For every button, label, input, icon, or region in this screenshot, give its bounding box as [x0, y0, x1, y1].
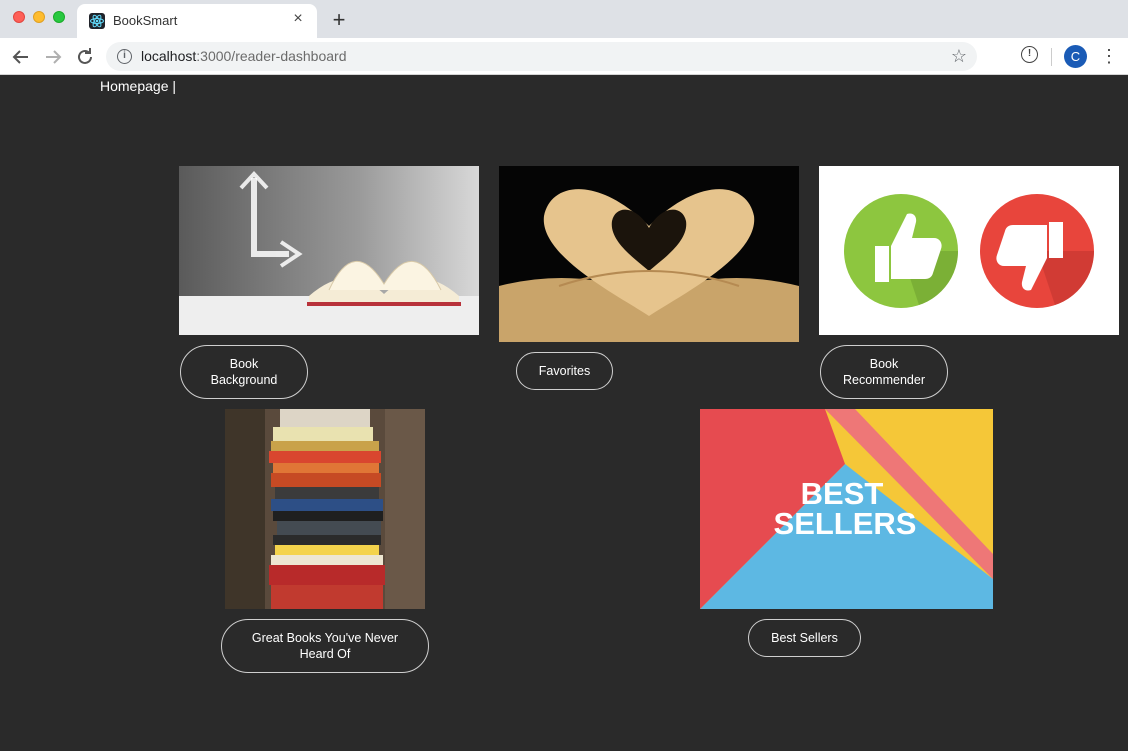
toolbar-divider — [1051, 48, 1052, 66]
address-bar[interactable]: i localhost:3000/reader-dashboard ☆ — [106, 42, 977, 71]
back-arrow-icon[interactable] — [9, 45, 33, 69]
url-text: localhost:3000/reader-dashboard — [141, 48, 347, 64]
book-recommender-button[interactable]: Book Recommender — [820, 345, 948, 399]
bookmark-star-icon[interactable]: ☆ — [951, 46, 967, 67]
browser-tab[interactable]: BookSmart × — [77, 4, 317, 38]
close-window-button[interactable] — [13, 11, 25, 23]
tab-title: BookSmart — [113, 13, 178, 28]
book-background-button[interactable]: Book Background — [180, 345, 308, 399]
site-info-icon[interactable]: i — [117, 49, 132, 64]
browser-toolbar: i localhost:3000/reader-dashboard ☆ ! C … — [0, 38, 1128, 75]
homepage-link[interactable]: Homepage | — [100, 78, 176, 94]
tab-strip: BookSmart × + — [0, 0, 1128, 38]
react-favicon-icon — [89, 13, 105, 29]
reader-dashboard: Homepage | Book Background Favorites Boo… — [0, 75, 1128, 751]
new-tab-button[interactable]: + — [329, 8, 349, 32]
favorites-button[interactable]: Favorites — [516, 352, 613, 390]
minimize-window-button[interactable] — [33, 11, 45, 23]
url-path: :3000/reader-dashboard — [196, 48, 347, 64]
extension-icon[interactable]: ! — [1021, 46, 1038, 63]
best-sellers-button[interactable]: Best Sellers — [748, 619, 861, 657]
reload-icon[interactable] — [73, 45, 97, 69]
profile-avatar[interactable]: C — [1064, 45, 1087, 68]
menu-kebab-icon[interactable]: ⋮ — [1100, 44, 1118, 68]
book-recommender-image[interactable] — [819, 166, 1119, 335]
forward-arrow-icon[interactable] — [41, 45, 65, 69]
great-books-image[interactable] — [225, 409, 425, 609]
great-books-button[interactable]: Great Books You've Never Heard Of — [221, 619, 429, 673]
book-background-image[interactable] — [179, 166, 479, 335]
browser-chrome: BookSmart × + i localhost:3000/reader-da… — [0, 0, 1128, 75]
url-host: localhost — [141, 48, 197, 64]
best-sellers-image[interactable]: BEST SELLERS — [700, 409, 993, 609]
maximize-window-button[interactable] — [53, 11, 65, 23]
tab-close-icon[interactable]: × — [289, 10, 307, 28]
banner-line2: SELLERS — [774, 506, 917, 541]
favorites-image[interactable] — [499, 166, 799, 342]
